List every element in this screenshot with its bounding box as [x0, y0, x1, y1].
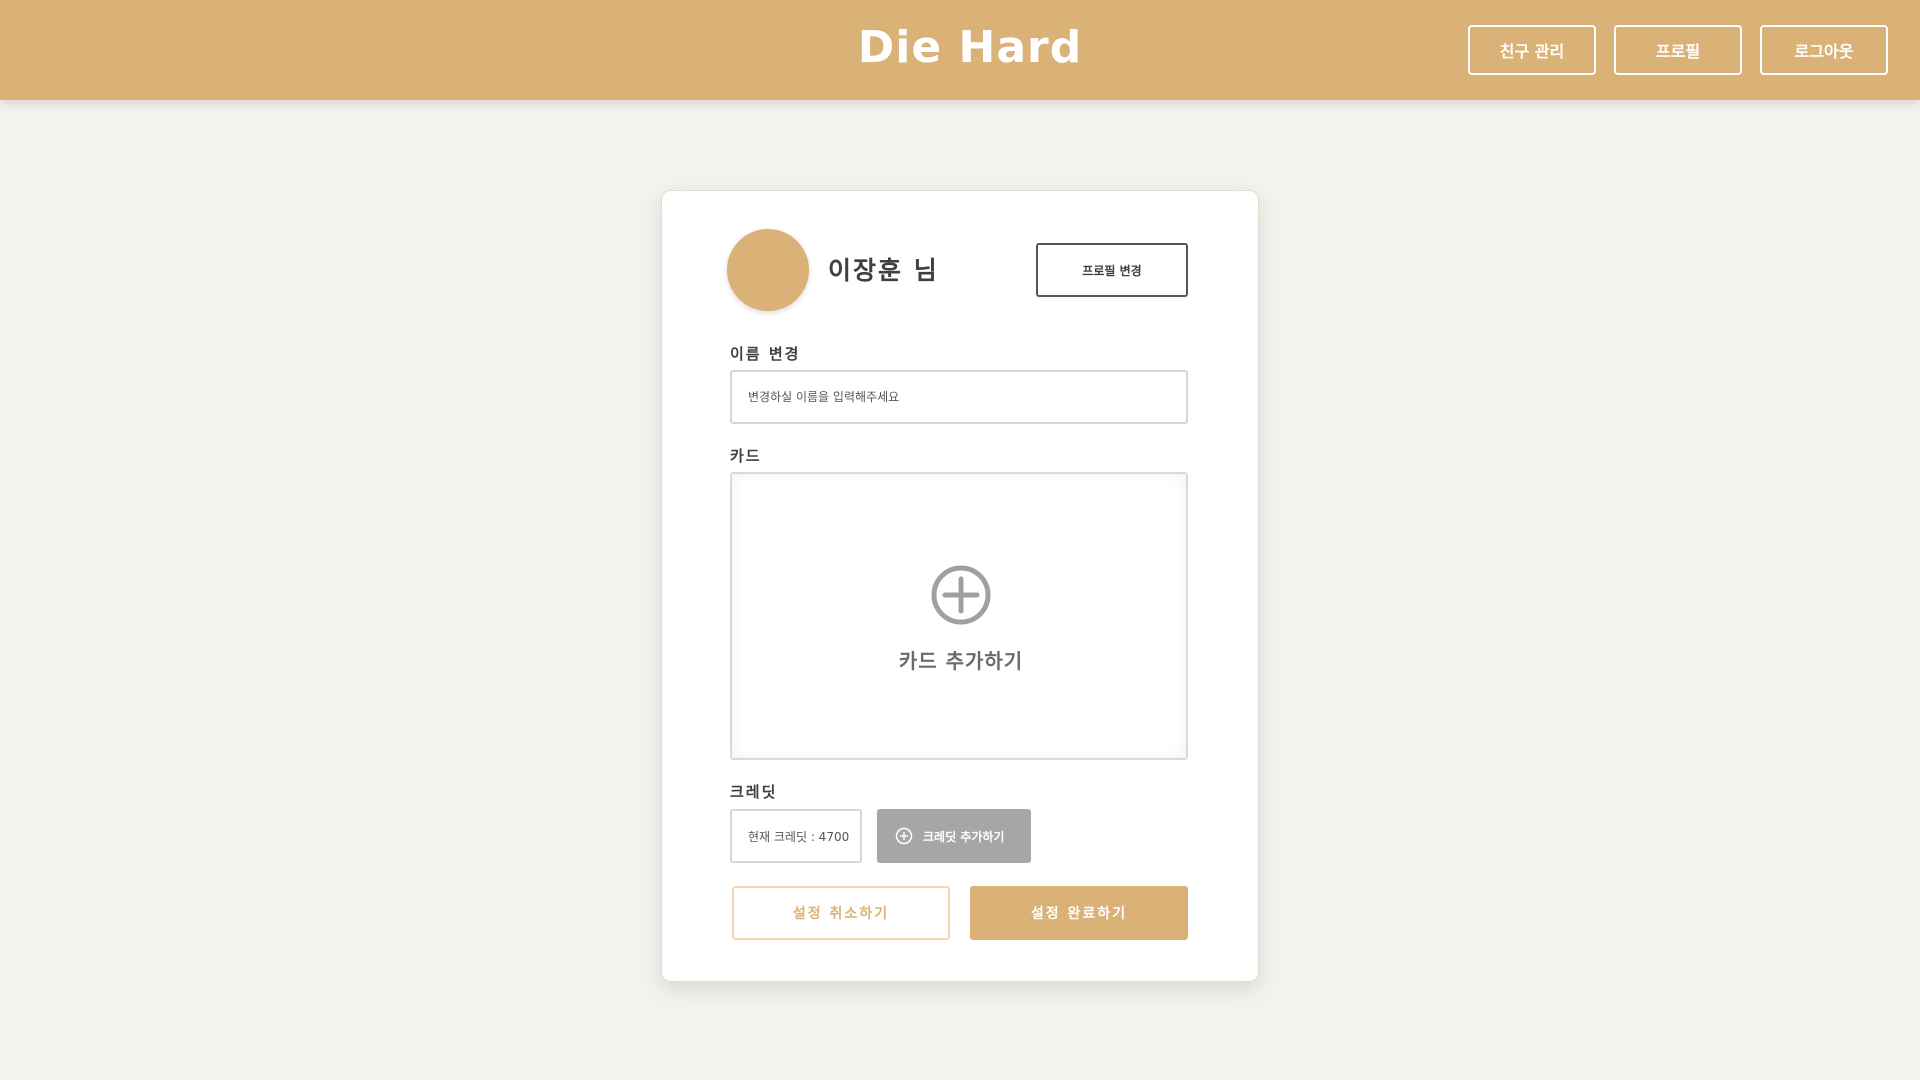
- user-name: 이장훈 님: [828, 256, 939, 285]
- cancel-settings-button[interactable]: 설정 취소하기: [732, 886, 950, 940]
- add-credit-label: 크레딧 추가하기: [923, 829, 1005, 844]
- name-change-input[interactable]: [730, 370, 1188, 424]
- add-card-area[interactable]: 카드 추가하기: [730, 472, 1188, 760]
- top-header: Die Hard 친구 관리 프로필 로그아웃: [0, 0, 1920, 100]
- name-change-label: 이름 변경: [730, 345, 801, 363]
- change-profile-button[interactable]: 프로필 변경: [1036, 243, 1188, 297]
- plus-circle-icon: [895, 827, 913, 845]
- confirm-settings-button[interactable]: 설정 완료하기: [970, 886, 1188, 940]
- friends-manage-button[interactable]: 친구 관리: [1468, 25, 1596, 75]
- profile-button[interactable]: 프로필: [1614, 25, 1742, 75]
- card-section-label: 카드: [730, 447, 762, 465]
- add-card-label: 카드 추가하기: [898, 649, 1024, 673]
- plus-circle-icon: [931, 565, 991, 625]
- credit-section-label: 크레딧: [730, 783, 778, 801]
- current-credit-display: 현재 크레딧 : 4700: [730, 809, 862, 863]
- avatar: [727, 229, 809, 311]
- profile-settings-card: 이장훈 님 프로필 변경 이름 변경 카드 카드 추가하기 크레딧 현재 크레딧…: [661, 190, 1259, 982]
- add-credit-button[interactable]: 크레딧 추가하기: [877, 809, 1031, 863]
- logout-button[interactable]: 로그아웃: [1760, 25, 1888, 75]
